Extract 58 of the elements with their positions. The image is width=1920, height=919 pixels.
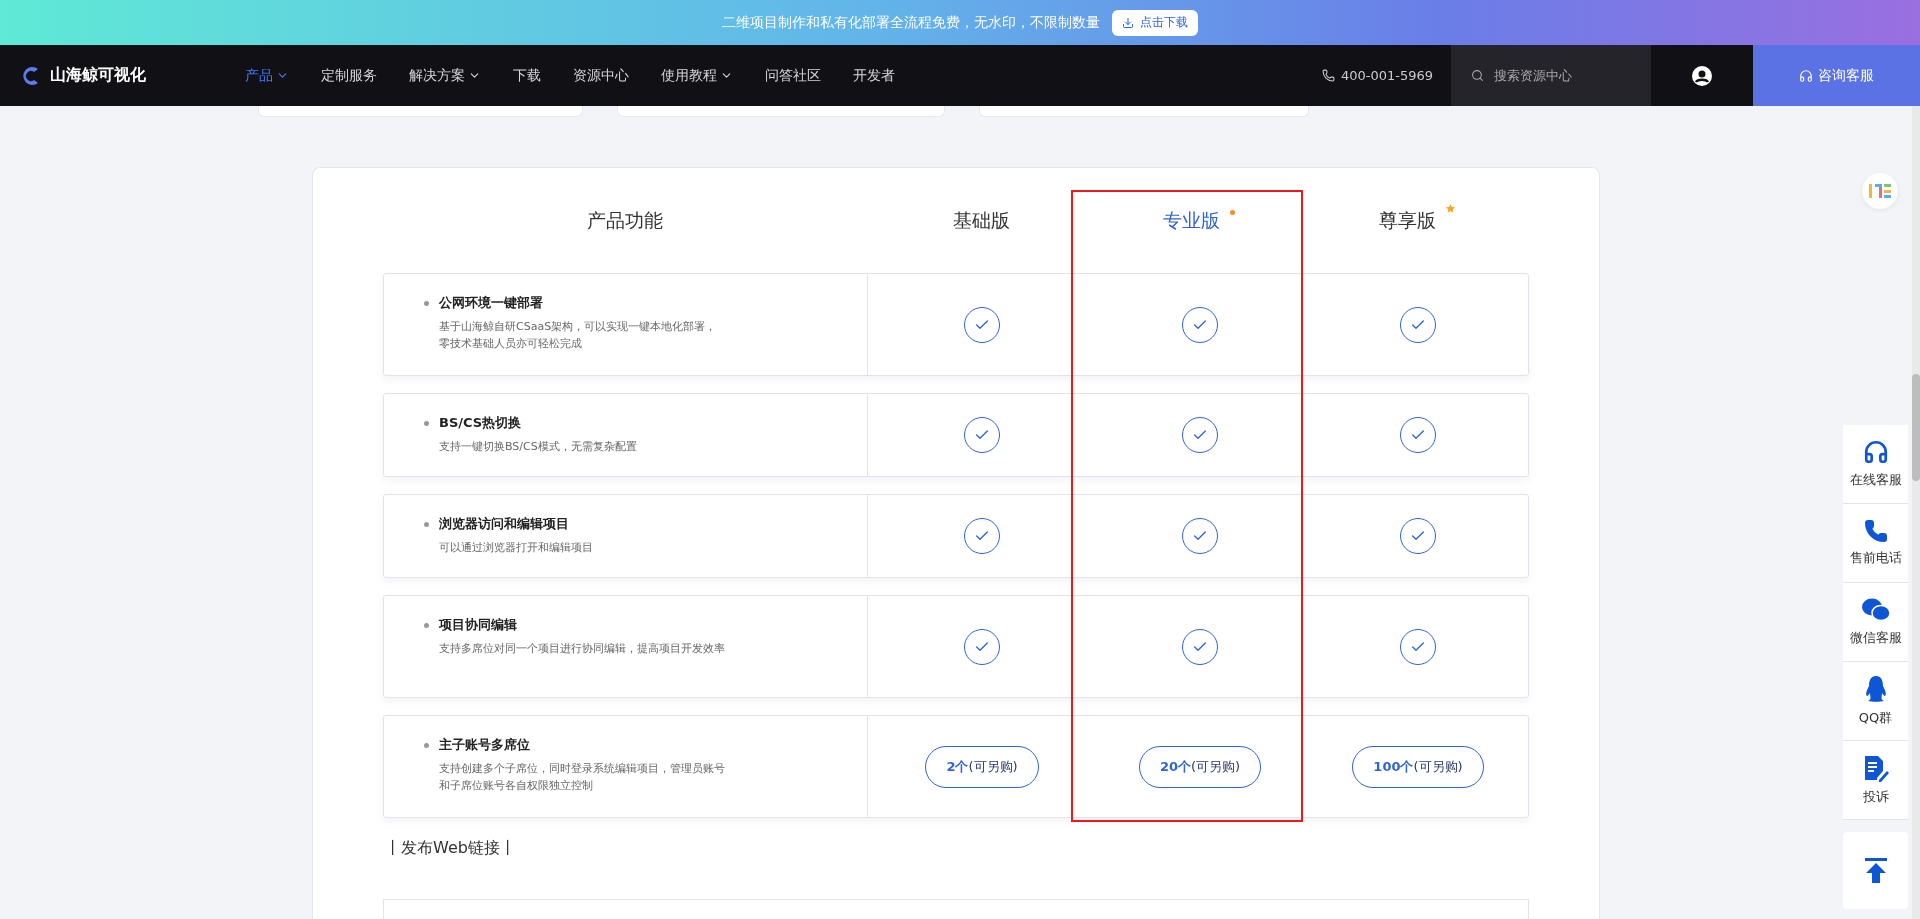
feature-title: 项目协同编辑 xyxy=(439,616,518,634)
plan-name: 尊享版 xyxy=(1379,207,1436,233)
seat-count-button[interactable]: 20个(可另购) xyxy=(1138,745,1262,788)
feature-title: 浏览器访问和编辑项目 xyxy=(439,515,570,533)
bullet-icon xyxy=(424,421,429,426)
headset-icon xyxy=(1862,439,1889,465)
dot-icon xyxy=(1230,209,1235,215)
sidebar-item[interactable]: 售前电话 xyxy=(1843,504,1908,583)
feature-description: 可以通过浏览器打开和编辑项目 xyxy=(439,540,594,556)
penguin-icon xyxy=(1863,675,1888,703)
avatar-icon[interactable] xyxy=(1692,65,1712,86)
nav-item[interactable]: 产品 xyxy=(245,66,289,85)
sidebar-item[interactable]: QQ群 xyxy=(1843,662,1908,741)
nav-item[interactable]: 问答社区 xyxy=(765,66,821,85)
nav-item[interactable]: 下载 xyxy=(513,66,541,85)
consult-button[interactable]: 咨询客服 xyxy=(1753,45,1920,106)
feature-title: 主子账号多席位 xyxy=(439,736,531,754)
star-icon xyxy=(1446,203,1455,213)
banner-text: 二维项目制作和私有化部署全流程免费，无水印，不限制数量 xyxy=(722,13,1100,32)
bullet-icon xyxy=(424,522,429,527)
sidebar-item[interactable]: 微信客服 xyxy=(1843,583,1908,662)
bullet-icon xyxy=(424,743,429,748)
back-to-top-button[interactable] xyxy=(1843,832,1908,909)
phone-icon xyxy=(1863,519,1888,543)
scrollbar-thumb[interactable] xyxy=(1912,374,1920,481)
bullet-icon xyxy=(424,301,429,306)
search-icon xyxy=(1471,69,1484,82)
nav-item[interactable]: 解决方案 xyxy=(409,66,481,85)
seat-count-button[interactable]: 2个(可另购) xyxy=(925,745,1039,788)
feature-title: 公网环境一键部署 xyxy=(439,294,544,312)
seat-count-button[interactable]: 100个(可另购) xyxy=(1352,745,1484,788)
nav-item[interactable]: 定制服务 xyxy=(321,66,377,85)
section-title: 丨发布Web链接丨 xyxy=(385,838,517,859)
bullet-icon xyxy=(424,623,429,628)
document-edit-icon xyxy=(1862,754,1889,782)
phone-number: 400-001-5969 xyxy=(1340,68,1433,83)
sidebar-item[interactable]: 在线客服 xyxy=(1843,425,1908,504)
sidebar-item[interactable]: 投诉 xyxy=(1843,741,1908,820)
feature-description: 支持创建多个子席位，同时登录系统编辑项目，管理员账号和子席位账号各自权限独立控制 xyxy=(439,761,725,794)
chat-icon xyxy=(1860,597,1891,623)
nav-item[interactable]: 使用教程 xyxy=(661,66,733,85)
feature-description: 支持多席位对同一个项目进行协同编辑，提高项目开发效率 xyxy=(439,641,725,657)
download-icon xyxy=(1122,16,1134,29)
feature-description: 基于山海鲸自研CSaaS架构，可以实现一键本地化部署，零技术基础人员亦可轻松完成 xyxy=(439,319,718,352)
feature-title: BS/CS热切换 xyxy=(439,414,523,432)
logo-text: 山海鲸可视化 xyxy=(50,65,146,86)
nav-item[interactable]: 资源中心 xyxy=(573,66,629,85)
headset-icon xyxy=(1799,68,1813,83)
search-field[interactable]: 搜索资源中心 xyxy=(1492,67,1632,84)
nav-item[interactable]: 开发者 xyxy=(853,66,895,85)
column-header: 产品功能 xyxy=(587,207,663,233)
feature-description: 支持一键切换BS/CS模式，无需复杂配置 xyxy=(439,439,638,455)
plan-name: 基础版 xyxy=(952,207,1010,233)
plan-name: 专业版 xyxy=(1163,207,1220,233)
badge-logo-icon[interactable] xyxy=(1868,183,1892,199)
arrow-up-icon xyxy=(1863,857,1888,884)
download-button[interactable]: 点击下载 xyxy=(1112,9,1198,36)
phone-icon xyxy=(1321,69,1335,82)
